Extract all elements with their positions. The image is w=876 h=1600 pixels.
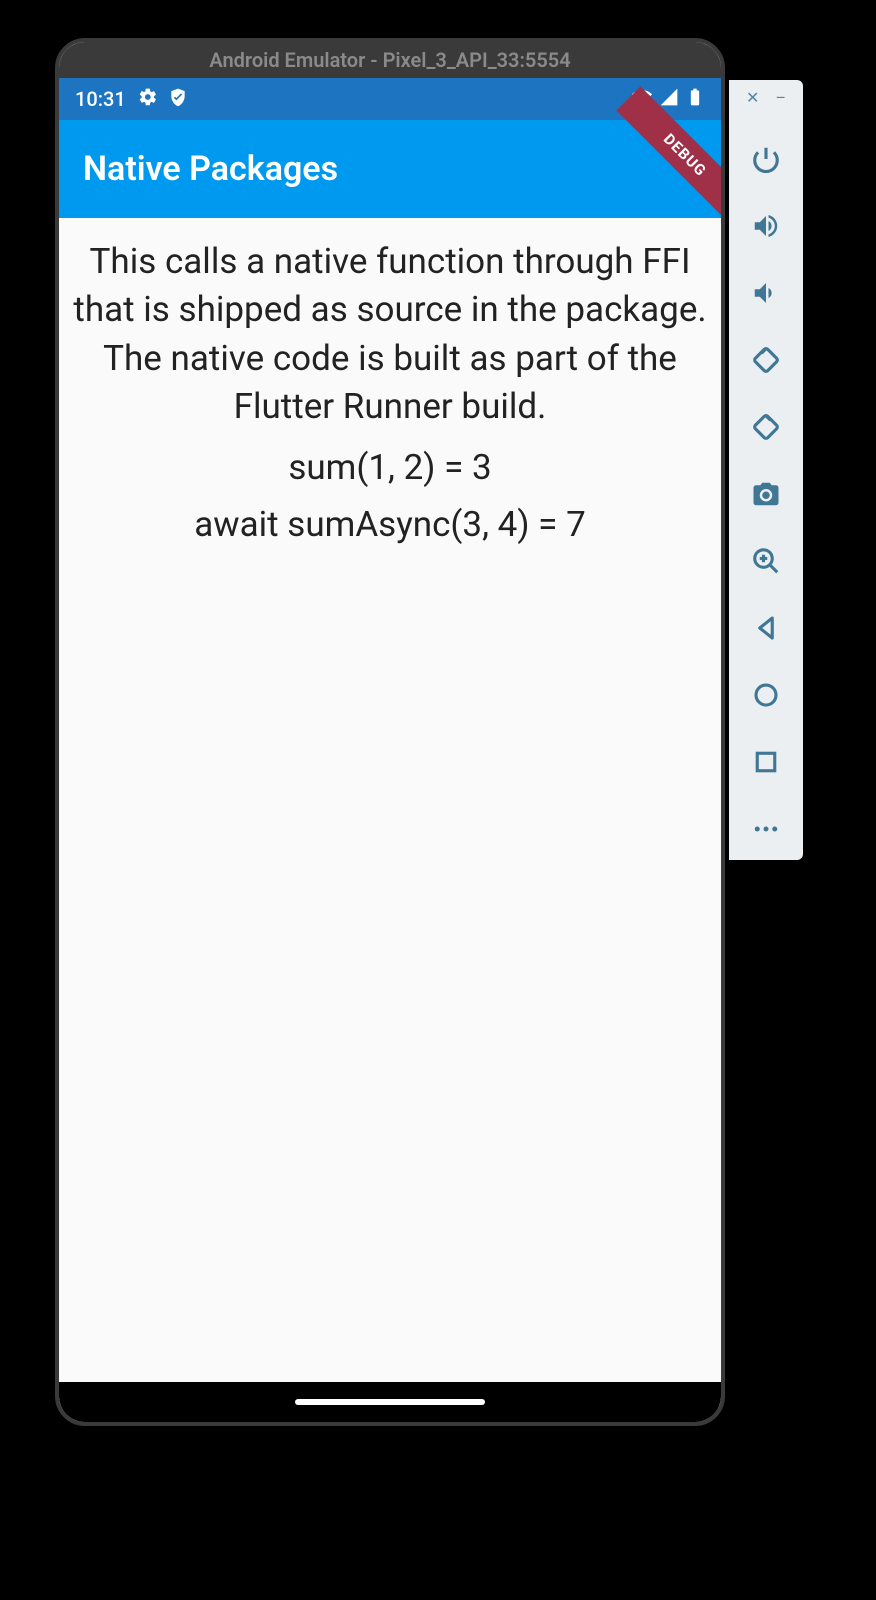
app-title: Native Packages [83,149,338,189]
description-text: This calls a native function through FFI… [73,238,707,431]
power-icon[interactable] [744,137,788,180]
settings-icon [138,87,158,112]
back-icon[interactable] [744,606,788,649]
rotate-left-icon[interactable] [744,338,788,381]
volume-down-icon[interactable] [744,271,788,314]
app-body: This calls a native function through FFI… [59,218,721,1382]
statusbar-clock: 10:31 [75,87,126,111]
emulator-toolbar: ✕ – [729,80,803,860]
result-sum-async: await sumAsync(3, 4) = 7 [73,504,707,545]
emulator-window: Android Emulator - Pixel_3_API_33:5554 1… [55,38,725,1426]
zoom-icon[interactable] [744,539,788,582]
rotate-right-icon[interactable] [744,405,788,448]
minimize-button[interactable]: – [775,88,786,107]
home-icon[interactable] [744,673,788,716]
close-button[interactable]: ✕ [746,88,759,107]
more-icon[interactable] [744,807,788,850]
emulator-title: Android Emulator - Pixel_3_API_33:5554 [209,48,570,72]
android-navbar [59,1382,721,1422]
debug-label: DEBUG [660,130,710,180]
app-bar: Native Packages DEBUG [59,120,721,218]
shield-icon [168,87,188,112]
emulator-titlebar: Android Emulator - Pixel_3_API_33:5554 [59,42,721,78]
result-sum: sum(1, 2) = 3 [73,447,707,488]
battery-icon [685,87,705,112]
volume-up-icon[interactable] [744,204,788,247]
overview-icon[interactable] [744,740,788,783]
gesture-handle[interactable] [295,1399,485,1405]
camera-icon[interactable] [744,472,788,515]
